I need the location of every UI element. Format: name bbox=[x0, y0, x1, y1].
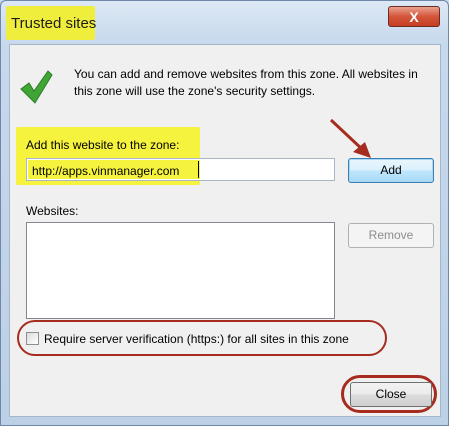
add-website-label: Add this website to the zone: bbox=[26, 138, 180, 152]
websites-label: Websites: bbox=[26, 204, 79, 218]
window-close-button[interactable]: X bbox=[388, 6, 440, 27]
trusted-sites-dialog: Trusted sites X You can add and remove w… bbox=[0, 0, 449, 426]
remove-button[interactable]: Remove bbox=[348, 223, 434, 248]
green-checkmark-icon bbox=[20, 70, 53, 104]
red-arrow-icon bbox=[329, 118, 371, 158]
require-https-label[interactable]: Require server verification (https:) for… bbox=[44, 332, 349, 346]
websites-list[interactable] bbox=[26, 222, 335, 319]
close-button[interactable]: Close bbox=[350, 382, 432, 407]
dialog-title: Trusted sites bbox=[11, 15, 97, 32]
website-url-value: http://apps.vinmanager.com bbox=[32, 164, 180, 178]
text-caret bbox=[198, 161, 199, 178]
zone-info-text: You can add and remove websites from thi… bbox=[74, 67, 418, 98]
require-https-checkbox[interactable] bbox=[26, 332, 39, 345]
